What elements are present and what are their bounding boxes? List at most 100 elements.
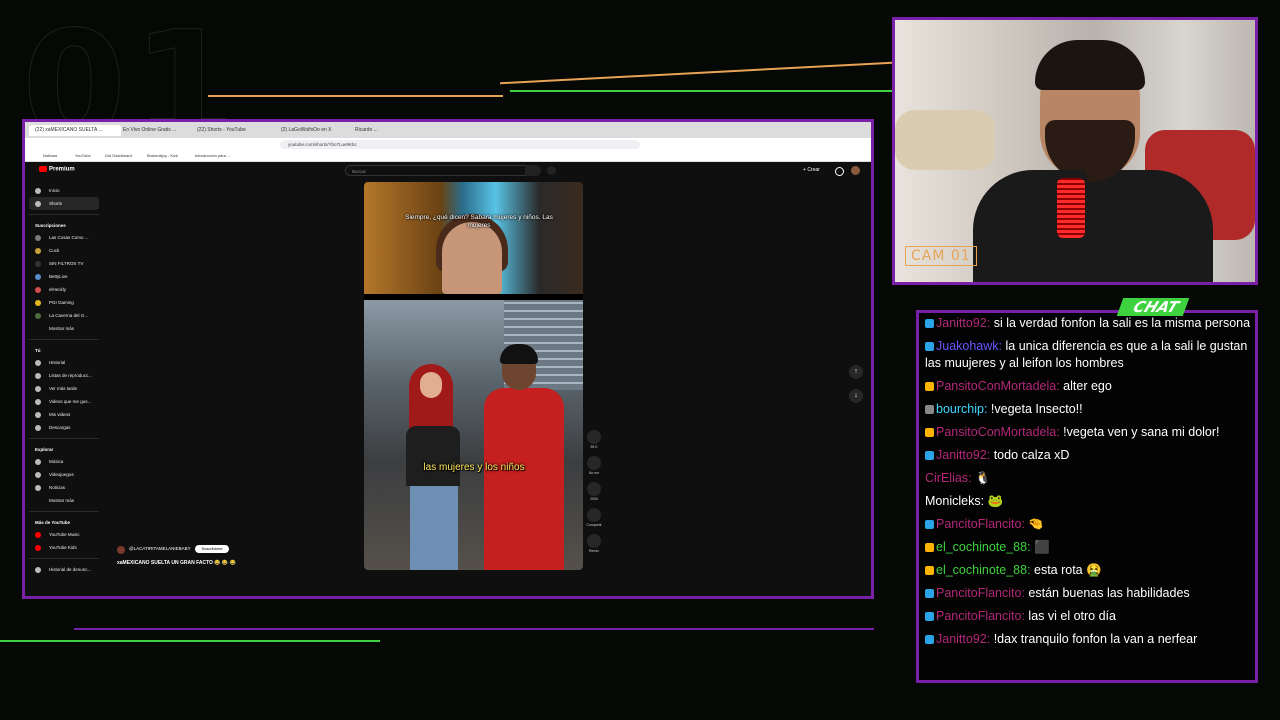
chat-text: si la verdad fonfon la sali es la misma … [993, 316, 1251, 330]
chevron-down-icon [35, 326, 41, 332]
chat-username[interactable]: PansitoConMortadela [936, 425, 1056, 439]
gamepad-icon [35, 472, 41, 478]
tab-3[interactable]: (22) Shorts - YouTube [191, 125, 267, 136]
chat-message: PancitoFlancito: están buenas las habili… [925, 585, 1253, 602]
channel-name[interactable]: @LACATIRITAMELANIEBABY [129, 546, 191, 551]
chat-username[interactable]: PansitoConMortadela [936, 379, 1056, 393]
sidebar-item-report-history[interactable]: Historial de denunc... [29, 563, 99, 576]
sidebar-item-watch-later[interactable]: Ver más tarde [29, 382, 99, 395]
subscriptions-header[interactable]: Suscripciones [29, 219, 99, 231]
divider [29, 214, 99, 215]
youtube-play-icon [39, 166, 47, 172]
chat-username[interactable]: PancitoFlancito [936, 586, 1021, 600]
subscription-item[interactable]: SIN FILTROS TV [29, 257, 99, 270]
subscription-item[interactable]: Cuck [29, 244, 99, 257]
woman-shirt [406, 426, 460, 486]
address-bar: youtube.com/shorts/Ybo7Lue9Kbc [25, 138, 871, 151]
chat-username[interactable]: Janitto92 [936, 632, 987, 646]
sidebar-item-music[interactable]: Música [29, 455, 99, 468]
sidebar-item-playlists[interactable]: Listas de reproducc... [29, 369, 99, 382]
sidebar-label: Mis videos [49, 412, 71, 417]
short-video-player[interactable]: Siempre, ¿qué dicen? Sabara mujeres y ni… [364, 182, 583, 570]
chat-text: están buenas las habilidades [1028, 586, 1190, 600]
bookmark-4[interactable]: BrokenApp - Kick [147, 153, 178, 158]
chat-text: 🤏 [1028, 517, 1044, 531]
sidebar-item-news[interactable]: Noticias [29, 481, 99, 494]
sidebar-item-historial[interactable]: Historial [29, 356, 99, 369]
tab-1[interactable]: (22) xaMEXICANO SUELTA ... [29, 125, 121, 136]
badge-icon [925, 612, 934, 622]
badge-icon [925, 543, 934, 553]
notifications-icon[interactable] [835, 167, 844, 176]
sidebar-item-shorts[interactable]: Shorts [29, 197, 99, 210]
sidebar-item-liked[interactable]: Videos que me gus... [29, 395, 99, 408]
chat-username[interactable]: el_cochinote_88 [936, 563, 1027, 577]
badge-icon [925, 405, 934, 415]
tab-4[interactable]: (2) LaGoWolfsOo en X [275, 125, 351, 136]
chat-message: Janitto92: todo calza xD [925, 447, 1253, 464]
chat-message: Monicleks: 🐸 [925, 494, 1004, 508]
chat-username[interactable]: bourchip [936, 402, 984, 416]
chat-message: CirElias: 🐧 [925, 471, 991, 485]
create-button[interactable]: + Crear [803, 167, 820, 173]
sidebar-item-youtube-kids[interactable]: YouTube Kids [29, 541, 99, 554]
you-header[interactable]: Tú [29, 344, 99, 356]
previous-short-button[interactable]: ↑ [849, 365, 863, 379]
show-more-subscriptions[interactable]: Mostrar más [29, 322, 99, 335]
next-short-button[interactable]: ↓ [849, 389, 863, 403]
chat-username[interactable]: PancitoFlancito [936, 609, 1021, 623]
chat-username[interactable]: Janitto92 [936, 448, 987, 462]
chat-text: !dax tranquilo fonfon la van a nerfear [993, 632, 1198, 646]
bookmark-1[interactable]: Noticias [43, 153, 57, 158]
chat-username[interactable]: Juakohawk [936, 339, 999, 353]
bookmark-3[interactable]: Dot Dashboard [105, 153, 132, 158]
youtube-music-icon [35, 532, 41, 538]
avatar[interactable] [851, 166, 860, 175]
subscribe-button[interactable]: Suscribirme [195, 545, 229, 553]
chat-username[interactable]: Monicleks [925, 494, 981, 508]
sidebar-item-my-videos[interactable]: Mis videos [29, 408, 99, 421]
bookmark-2[interactable]: YouTube [75, 153, 91, 158]
youtube-logo[interactable]: Premium [39, 166, 75, 173]
search-input[interactable]: Buscar [345, 165, 533, 176]
channel-avatar-icon [35, 313, 41, 319]
sidebar-item-youtube-music[interactable]: YouTube Music [29, 528, 99, 541]
search-icon[interactable] [525, 165, 541, 176]
thumbs-up-icon [35, 399, 41, 405]
subscription-item[interactable]: PGI Gaming [29, 296, 99, 309]
subscription-item[interactable]: elHeckly [29, 283, 99, 296]
subscription-item[interactable]: Las Cosas Como ... [29, 231, 99, 244]
comments-button[interactable]: 2000 [587, 482, 601, 501]
chat-username[interactable]: Janitto92 [936, 316, 987, 330]
subscription-item[interactable]: BettyLive [29, 270, 99, 283]
sidebar-item-downloads[interactable]: Descargas [29, 421, 99, 434]
news-icon [35, 485, 41, 491]
flag-icon [35, 567, 41, 573]
sidebar-label: BettyLive [49, 274, 68, 279]
subscription-item[interactable]: La Caverna del G... [29, 309, 99, 322]
like-button[interactable]: 98 K [587, 430, 601, 449]
chat-text: 🐧 [975, 471, 991, 485]
tab-2[interactable]: En Vivo Online Gratis ... [117, 125, 193, 136]
chat-username[interactable]: el_cochinote_88 [936, 540, 1027, 554]
chat-username[interactable]: PancitoFlancito [936, 517, 1021, 531]
clock-icon [35, 386, 41, 392]
url-field[interactable]: youtube.com/shorts/Ybo7Lue9Kbc [280, 140, 640, 149]
bookmark-5[interactable]: Introducción para ... [195, 153, 230, 158]
share-button[interactable]: Compartir [586, 508, 602, 527]
tab-5[interactable]: Ricardo ... [349, 125, 415, 136]
mic-icon[interactable] [547, 166, 556, 175]
cam-label: CAM 01 [905, 246, 977, 266]
microphone-light [1057, 178, 1085, 238]
remix-button[interactable]: Remix [587, 534, 601, 553]
orange-line-upper [500, 61, 892, 85]
woman-face [420, 372, 442, 398]
video-icon [35, 412, 41, 418]
sidebar-item-inicio[interactable]: Inicio [29, 184, 99, 197]
channel-avatar[interactable] [117, 546, 125, 554]
dislike-button[interactable]: No me [587, 456, 601, 475]
chat-username[interactable]: CirElias [925, 471, 968, 485]
sidebar-item-gaming[interactable]: Videojuegos [29, 468, 99, 481]
channel-avatar-icon [35, 274, 41, 280]
show-more-explore[interactable]: Mostrar más [29, 494, 99, 507]
